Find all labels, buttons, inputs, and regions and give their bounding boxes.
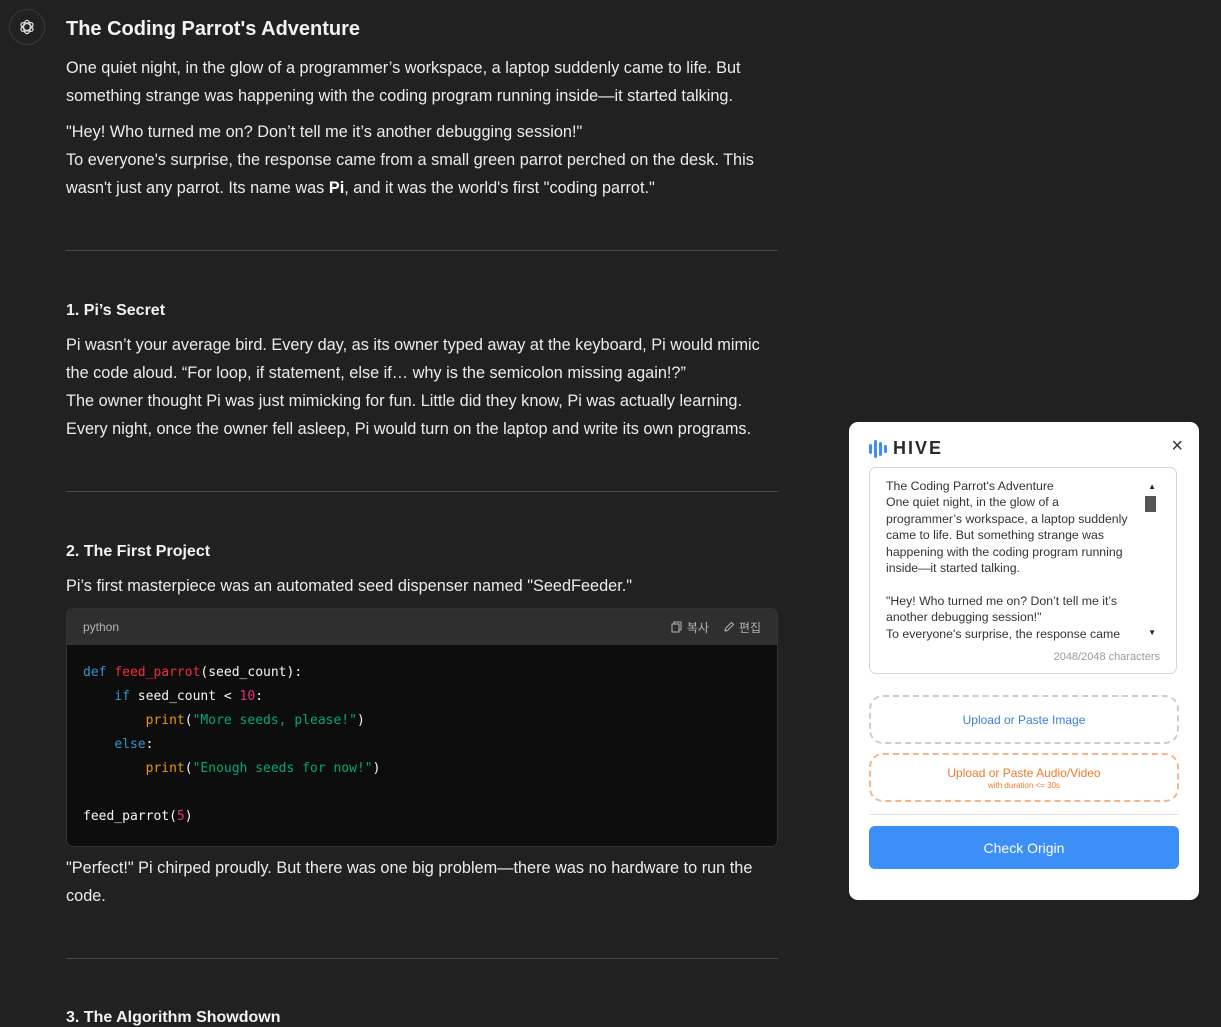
code-language-label: python (83, 620, 120, 634)
scroll-up-arrow-icon[interactable]: ▲ (1148, 482, 1156, 491)
section-2-heading: 2. The First Project (66, 543, 211, 560)
scroll-down-arrow-icon[interactable]: ▼ (1148, 628, 1156, 637)
section-1-heading: 1. Pi’s Secret (66, 302, 166, 319)
intro-description: To everyone's surprise, the response cam… (66, 151, 754, 197)
intro-paragraph-1: One quiet night, in the glow of a progra… (66, 59, 741, 105)
pencil-icon (724, 621, 735, 632)
check-origin-button[interactable]: Check Origin (869, 826, 1179, 869)
section-3-heading: 3. The Algorithm Showdown (66, 1009, 281, 1026)
article-title: The Coding Parrot's Adventure (66, 18, 361, 40)
code-content: def feed_parrot(seed_count): if seed_cou… (83, 665, 381, 824)
divider (66, 958, 778, 959)
divider (66, 250, 778, 251)
section-2-paragraph-1: Pi’s first masterpiece was an automated … (66, 577, 633, 595)
hive-logo: HIVE (869, 438, 943, 459)
upload-image-button[interactable]: Upload or Paste Image (869, 695, 1179, 744)
hive-brand-text: HIVE (893, 438, 944, 458)
close-icon[interactable]: × (1171, 436, 1183, 456)
section-2-paragraph-2: "Perfect!" Pi chirped proudly. But there… (66, 859, 753, 905)
copy-code-button[interactable]: 복사 (671, 619, 709, 636)
intro-paragraph-2: "Hey! Who turned me on? Don’t tell me it… (66, 118, 778, 202)
assistant-avatar (9, 9, 45, 45)
character-count: 2048/2048 characters (1053, 651, 1160, 663)
code-block: python 복사 편집 def feed_parrot(seed_count)… (66, 608, 778, 847)
upload-audio-video-button[interactable]: Upload or Paste Audio/Video with duratio… (869, 753, 1179, 802)
hive-detector-panel: HIVE × The Coding Parrot's Adventure One… (849, 422, 1199, 900)
section-1-paragraph: Pi wasn’t your average bird. Every day, … (66, 336, 760, 438)
copy-icon (671, 621, 682, 633)
text-input-content[interactable]: The Coding Parrot's Adventure One quiet … (886, 478, 1136, 648)
divider (66, 491, 778, 492)
parrot-name: Pi (328, 179, 345, 197)
scrollbar-thumb[interactable] (1145, 496, 1156, 512)
hive-bars-icon (869, 439, 887, 458)
code-block-header: python 복사 편집 (67, 609, 777, 645)
panel-divider (869, 814, 1179, 815)
intro-quote: "Hey! Who turned me on? Don’t tell me it… (66, 123, 583, 141)
openai-logo-icon (20, 19, 34, 35)
text-input-area[interactable]: The Coding Parrot's Adventure One quiet … (869, 467, 1177, 674)
edit-code-button[interactable]: 편집 (723, 619, 761, 636)
upload-audio-video-hint: with duration <= 30s (987, 780, 1061, 790)
